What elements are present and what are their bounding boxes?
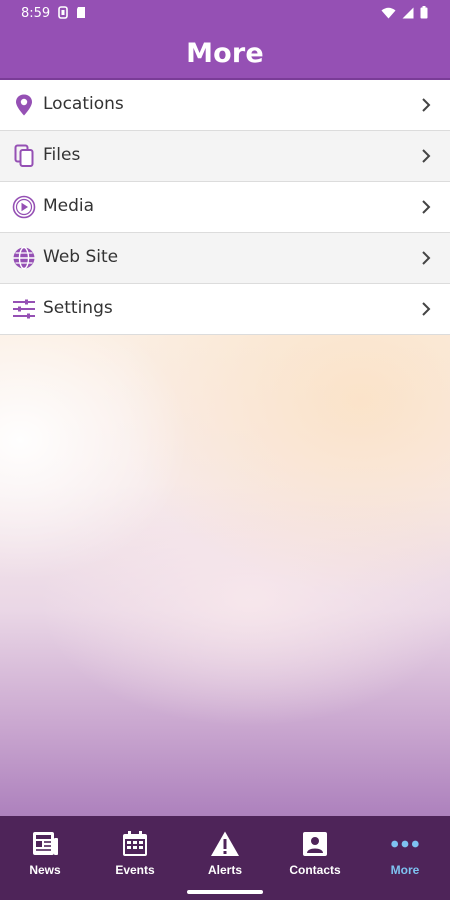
tab-label: Contacts xyxy=(289,863,341,877)
sliders-icon xyxy=(12,297,36,321)
page-title: More xyxy=(186,37,264,69)
gesture-nav-bar xyxy=(0,886,450,900)
menu-item-settings[interactable]: Settings xyxy=(0,284,450,335)
tab-alerts[interactable]: Alerts xyxy=(180,816,270,886)
contact-card-icon xyxy=(300,829,330,859)
tab-label: News xyxy=(29,863,61,877)
more-menu-list: Locations Files Media Web Site Settings xyxy=(0,80,450,335)
wifi-icon xyxy=(381,7,396,22)
sim-icon xyxy=(58,6,68,22)
status-time: 8:59 xyxy=(21,6,51,21)
bottom-tab-bar: News Events Alerts Contacts More xyxy=(0,816,450,886)
sd-card-icon xyxy=(76,6,86,22)
menu-item-label: Settings xyxy=(43,298,113,318)
more-dots-icon xyxy=(390,829,420,859)
menu-item-label: Locations xyxy=(43,94,124,114)
tab-more[interactable]: More xyxy=(360,816,450,886)
status-right-icons xyxy=(381,6,428,22)
chevron-right-icon xyxy=(420,198,432,216)
battery-icon xyxy=(420,6,428,22)
tab-news[interactable]: News xyxy=(0,816,90,886)
calendar-icon xyxy=(120,829,150,859)
chevron-right-icon xyxy=(420,300,432,318)
chevron-right-icon xyxy=(420,249,432,267)
location-pin-icon xyxy=(12,93,36,117)
status-left-icons xyxy=(58,6,86,22)
menu-item-label: Media xyxy=(43,196,95,216)
chevron-right-icon xyxy=(420,96,432,114)
globe-icon xyxy=(12,246,36,270)
tab-events[interactable]: Events xyxy=(90,816,180,886)
tab-label: More xyxy=(390,863,420,877)
menu-item-locations[interactable]: Locations xyxy=(0,80,450,131)
tab-label: Alerts xyxy=(207,863,242,877)
tab-label: Events xyxy=(115,863,155,877)
menu-item-label: Web Site xyxy=(43,247,119,267)
tab-contacts[interactable]: Contacts xyxy=(270,816,360,886)
menu-item-web-site[interactable]: Web Site xyxy=(0,233,450,284)
alert-icon xyxy=(210,829,240,859)
newspaper-icon xyxy=(30,829,60,859)
screen: 8:59 More Locations Files Media Web Site… xyxy=(0,0,450,900)
play-circle-icon xyxy=(12,195,36,219)
signal-icon xyxy=(402,7,414,22)
status-bar: 8:59 xyxy=(0,0,450,28)
app-header: More xyxy=(0,28,450,80)
menu-item-files[interactable]: Files xyxy=(0,131,450,182)
files-icon xyxy=(12,144,36,168)
home-gesture-handle[interactable] xyxy=(187,890,263,894)
menu-item-media[interactable]: Media xyxy=(0,182,450,233)
chevron-right-icon xyxy=(420,147,432,165)
menu-item-label: Files xyxy=(43,145,81,165)
